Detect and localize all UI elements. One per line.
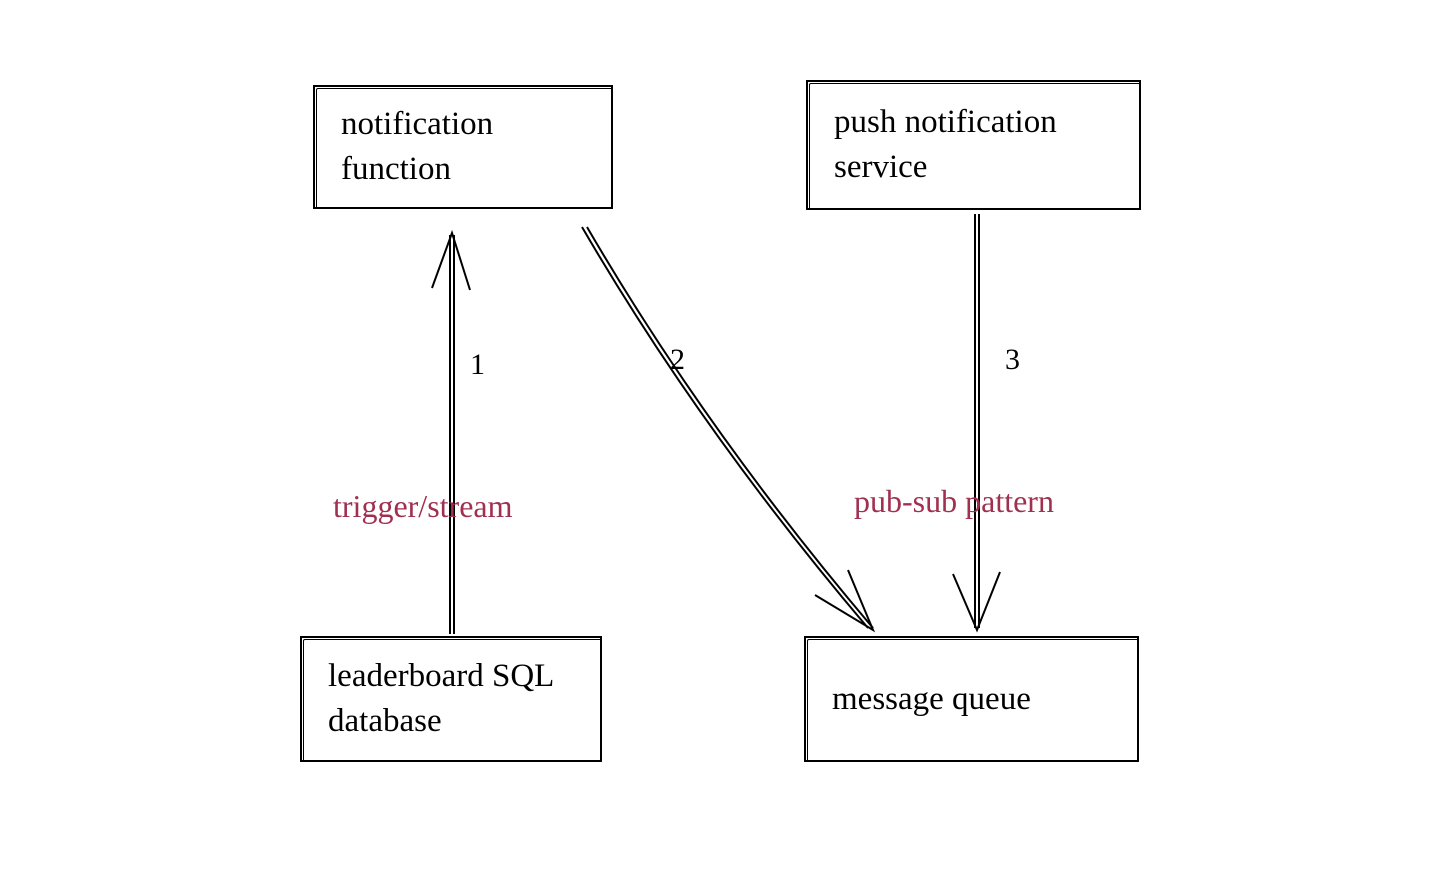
node-label: message queue (832, 677, 1031, 722)
node-label: push notification service (834, 100, 1113, 189)
node-leaderboard-db: leaderboard SQL database (300, 636, 602, 762)
node-label: leaderboard SQL database (328, 654, 574, 743)
node-notification-function: notification function (313, 85, 613, 209)
annotation-trigger-stream: trigger/stream (333, 488, 512, 525)
node-push-notification-service: push notification service (806, 80, 1141, 210)
annotation-pub-sub: pub-sub pattern (854, 483, 1054, 520)
edge-label-3: 3 (1005, 343, 1020, 377)
edge-label-1: 1 (470, 348, 485, 382)
edge-label-2: 2 (670, 343, 685, 377)
node-label: notification function (341, 102, 585, 191)
diagram-connectors (0, 0, 1451, 883)
architecture-diagram: notification function push notification … (0, 0, 1451, 883)
node-message-queue: message queue (804, 636, 1139, 762)
